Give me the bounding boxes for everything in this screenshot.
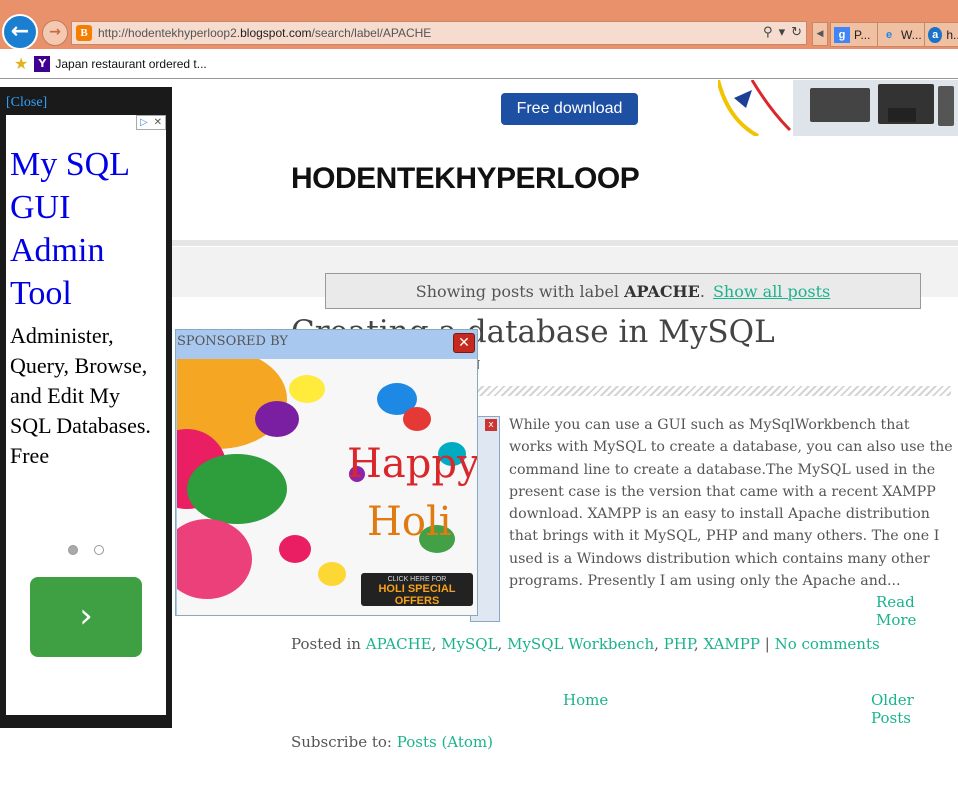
blogger-icon: B	[76, 25, 92, 41]
thumbnail-close-icon: x	[485, 419, 497, 431]
holi-title-happy: Happy	[347, 441, 477, 487]
carousel-dot[interactable]	[94, 545, 104, 555]
free-download-button[interactable]: Free download	[501, 93, 638, 125]
refresh-icon[interactable]: ↻	[791, 25, 802, 40]
browser-toolbar: ← → B http://hodentekhyperloop2.blogspot…	[0, 0, 958, 50]
ad-description: Administer, Query, Browse, and Edit My S…	[10, 323, 151, 468]
sponsored-popup: SPONSORED BY ✕ Happy Holi CLICK HERE FOR…	[175, 329, 478, 616]
blog-title[interactable]: HODENTEKHYPERLOOP	[291, 162, 640, 196]
label-link[interactable]: XAMPP	[703, 635, 760, 653]
atom-feed-link[interactable]: Posts (Atom)	[397, 733, 493, 751]
dropdown-icon[interactable]: ▾	[779, 25, 786, 40]
forward-button[interactable]: →	[42, 20, 68, 46]
favorites-bar: ★ Y Japan restaurant ordered t...	[0, 49, 958, 79]
holi-offers-button[interactable]: CLICK HERE FOR HOLI SPECIAL OFFERS	[361, 573, 473, 607]
tab-3[interactable]: ah...	[924, 22, 958, 47]
ask-icon: a	[928, 26, 943, 43]
ad-carousel-dots	[68, 545, 104, 555]
tab-2[interactable]: e W...	[877, 22, 925, 47]
yahoo-icon: Y	[34, 55, 51, 72]
label-link[interactable]: PHP	[664, 635, 694, 653]
favorite-link[interactable]: Japan restaurant ordered t...	[55, 57, 206, 71]
close-ad-link[interactable]: [Close]	[6, 95, 47, 111]
back-button[interactable]: ←	[2, 14, 38, 50]
tab-1[interactable]: g P...	[830, 22, 878, 47]
tab-scroll-left-button[interactable]: ◀	[812, 22, 828, 46]
carousel-dot-active[interactable]	[68, 545, 78, 555]
ie-icon: e	[885, 28, 893, 41]
ad-go-button[interactable]: ›	[30, 577, 142, 657]
favorites-star-icon[interactable]: ★	[14, 54, 28, 73]
show-all-posts-link[interactable]: Show all posts	[713, 282, 830, 301]
subscribe-line: Subscribe to: Posts (Atom)	[291, 733, 494, 751]
ad-content[interactable]: ▷ ✕ My SQL GUI Admin Tool Administer, Que…	[6, 115, 166, 715]
left-ad-panel: [Close] ▷ ✕ My SQL GUI Admin Tool Adminis…	[0, 87, 172, 728]
url-text[interactable]: http://hodentekhyperloop2.blogspot.com/s…	[98, 26, 431, 40]
address-bar[interactable]: B http://hodentekhyperloop2.blogspot.com…	[71, 21, 807, 45]
close-icon[interactable]: ✕	[453, 333, 475, 353]
label-link[interactable]: MySQL	[441, 635, 497, 653]
google-icon: g	[834, 26, 850, 43]
header-ad-graphic[interactable]	[718, 80, 958, 136]
label-link[interactable]: MySQL Workbench	[507, 635, 654, 653]
home-link[interactable]: Home	[563, 691, 608, 709]
ad-headline[interactable]: My SQL GUI Admin Tool	[10, 143, 160, 315]
chevron-right-icon: ›	[79, 596, 93, 636]
holi-title-holi: Holi	[367, 499, 452, 545]
read-more-link[interactable]: Read More	[876, 593, 958, 629]
post-labels: Posted in APACHE, MySQL, MySQL Workbench…	[291, 635, 880, 653]
search-icon[interactable]: ⚲	[763, 25, 773, 40]
sponsored-label: SPONSORED BY	[177, 334, 288, 349]
post-snippet: While you can use a GUI such as MySqlWor…	[509, 417, 953, 590]
label-link[interactable]: APACHE	[366, 635, 432, 653]
older-posts-link[interactable]: Older Posts	[871, 691, 958, 727]
header-divider	[172, 240, 958, 246]
comments-link[interactable]: No comments	[775, 635, 880, 653]
label-status-message: Showing posts with label APACHE. Show all…	[325, 273, 921, 309]
holi-ad-image[interactable]: Happy Holi CLICK HERE FOR HOLI SPECIAL O…	[177, 359, 477, 615]
ad-choices-icon[interactable]: ▷ ✕	[136, 115, 166, 130]
